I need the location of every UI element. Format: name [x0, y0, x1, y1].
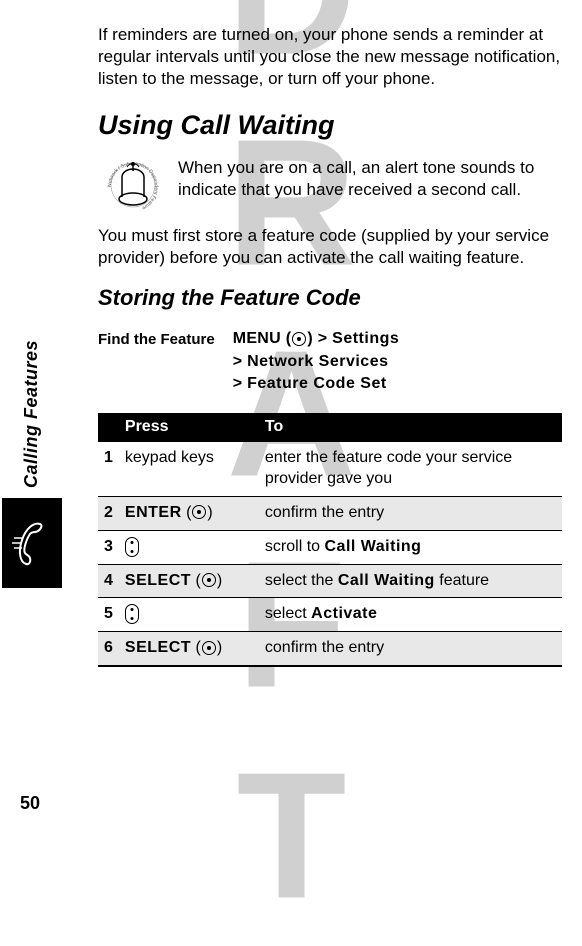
section-heading: Using Call Waiting [98, 108, 562, 143]
sidebar: Calling Features [20, 340, 67, 588]
icon-paragraph-text: When you are on a call, an alert tone so… [178, 157, 562, 201]
press-cell: SELECT () [119, 632, 259, 666]
phone-icon [2, 498, 62, 588]
soft-key-icon [192, 505, 206, 519]
step-num: 2 [98, 496, 119, 530]
sub-heading: Storing the Feature Code [98, 284, 562, 313]
to-cell: confirm the entry [259, 632, 562, 666]
select-label: SELECT [125, 639, 191, 656]
to-code: Activate [311, 605, 377, 622]
table-header-to: To [259, 413, 562, 442]
to-cell: select Activate [259, 598, 562, 632]
press-cell [119, 530, 259, 564]
table-row: 4 SELECT () select the Call Waiting feat… [98, 564, 562, 598]
table-header-press: Press [119, 413, 259, 442]
press-cell: keypad keys [119, 442, 259, 496]
press-cell [119, 598, 259, 632]
table-header-blank [98, 413, 119, 442]
network-subscription-icon: Network / Subscription Dependent Feature [98, 157, 168, 217]
icon-paragraph-block: Network / Subscription Dependent Feature… [98, 157, 562, 217]
select-label: SELECT [125, 572, 191, 589]
soft-key-icon [202, 641, 216, 655]
sidebar-section-label: Calling Features [20, 340, 43, 488]
step-num: 3 [98, 530, 119, 564]
to-cell: select the Call Waiting feature [259, 564, 562, 598]
to-code: Call Waiting [338, 572, 435, 589]
step-num: 5 [98, 598, 119, 632]
to-cell: scroll to Call Waiting [259, 530, 562, 564]
table-row: 3 scroll to Call Waiting [98, 530, 562, 564]
steps-table: Press To 1 keypad keys enter the feature… [98, 413, 562, 667]
page-content: If reminders are turned on, your phone s… [0, 0, 582, 667]
menu-item-feature-code: Feature Code Set [247, 375, 387, 392]
intro-paragraph: If reminders are turned on, your phone s… [98, 24, 562, 90]
to-prefix: scroll to [265, 538, 325, 555]
gt3: > [233, 375, 243, 392]
step-num: 6 [98, 632, 119, 666]
to-suffix: feature [435, 572, 489, 589]
menu-item-network: Network Services [247, 353, 388, 370]
find-feature-block: Find the Feature MENU () > Settings > Ne… [98, 328, 562, 395]
table-row: 2 ENTER () confirm the entry [98, 496, 562, 530]
press-cell: SELECT () [119, 564, 259, 598]
table-row: 1 keypad keys enter the feature code you… [98, 442, 562, 496]
after-icon-paragraph: You must first store a feature code (sup… [98, 225, 562, 269]
to-prefix: select the [265, 572, 338, 589]
press-cell: ENTER () [119, 496, 259, 530]
scroll-key-icon [125, 604, 139, 624]
enter-label: ENTER [125, 504, 182, 521]
table-row: 6 SELECT () confirm the entry [98, 632, 562, 666]
find-feature-path: MENU () > Settings > Network Services > … [233, 328, 400, 395]
to-prefix: select [265, 605, 311, 622]
to-cell: enter the feature code your service prov… [259, 442, 562, 496]
step-num: 1 [98, 442, 119, 496]
to-code: Call Waiting [324, 538, 421, 555]
table-row: 5 select Activate [98, 598, 562, 632]
find-feature-label: Find the Feature [98, 328, 215, 350]
page-number: 50 [20, 792, 40, 815]
soft-key-icon [292, 332, 306, 346]
scroll-key-icon [125, 537, 139, 557]
soft-key-icon [202, 573, 216, 587]
step-num: 4 [98, 564, 119, 598]
menu-word: MENU [233, 330, 281, 347]
gt: > [318, 330, 328, 347]
menu-item-settings: Settings [332, 330, 399, 347]
gt2: > [233, 353, 243, 370]
to-cell: confirm the entry [259, 496, 562, 530]
